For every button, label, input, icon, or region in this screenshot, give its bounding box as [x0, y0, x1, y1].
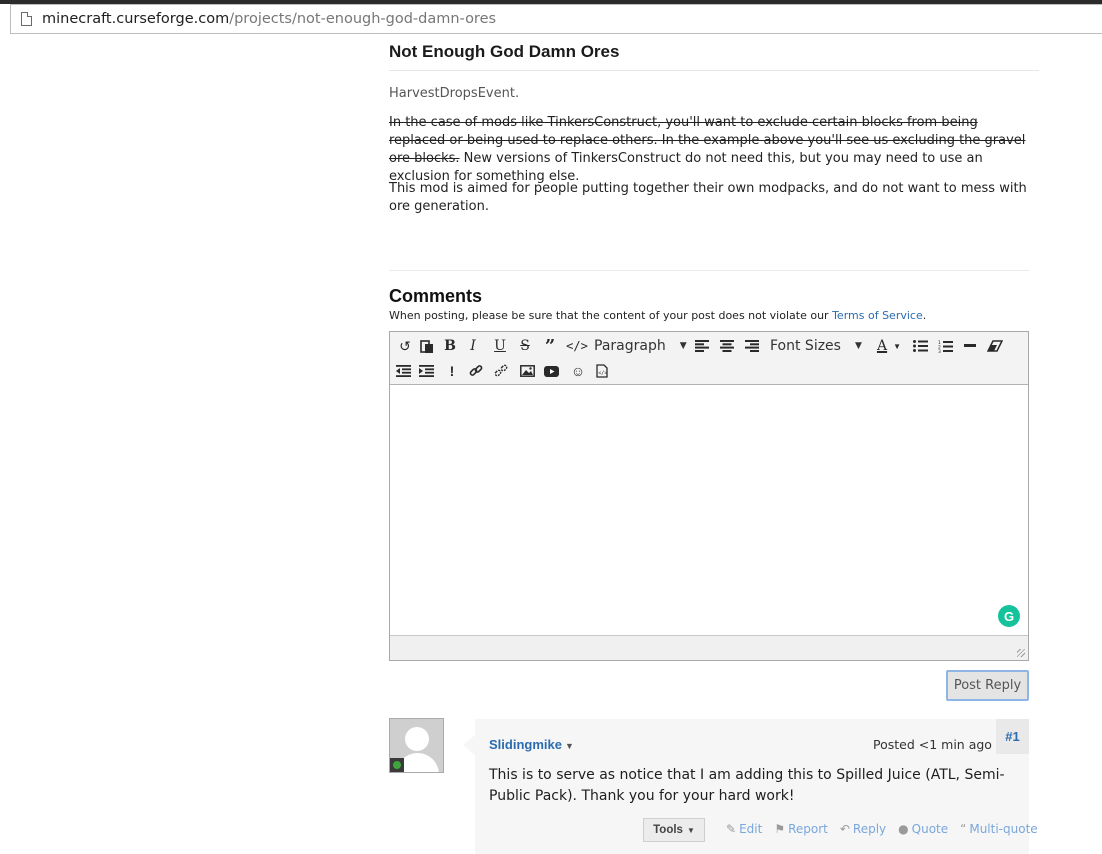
strikethrough-icon[interactable]: S: [514, 335, 536, 357]
comment-editor: ↺ B I U S ” </> Paragraph ▼ Font Sizes ▼ A…: [389, 331, 1029, 661]
pencil-icon: ✎: [726, 822, 737, 836]
chevron-down-icon: ▼: [686, 825, 695, 835]
comment-actions: ✎ Edit ⚑ Report ↶ Reply ● Quote “Multi-quote: [726, 822, 1038, 836]
video-icon[interactable]: [540, 360, 562, 382]
editor-status-bar: [390, 635, 1028, 660]
numbered-list-icon[interactable]: 123: [934, 335, 956, 357]
address-bar[interactable]: minecraft.curseforge.com/projects/not-en…: [10, 4, 1102, 34]
multi-quote-link[interactable]: “Multi-quote: [960, 822, 1038, 836]
quote-link[interactable]: ● Quote: [898, 822, 948, 836]
report-link[interactable]: ⚑ Report: [774, 822, 828, 836]
tools-dropdown-button[interactable]: Tools ▼: [643, 818, 705, 842]
terms-of-service-link[interactable]: Terms of Service: [832, 309, 923, 322]
unlink-icon[interactable]: [490, 360, 512, 382]
horizontal-rule-icon[interactable]: [959, 335, 981, 357]
multi-quote-icon: “: [960, 822, 967, 836]
page-icon: [21, 12, 32, 26]
font-sizes-select[interactable]: Font Sizes ▼: [770, 335, 864, 357]
reply-link[interactable]: ↶ Reply: [840, 822, 886, 836]
comment-timestamp: Posted <1 min ago: [873, 737, 992, 752]
underline-icon[interactable]: U: [489, 335, 511, 357]
outdent-icon[interactable]: [392, 360, 414, 382]
flag-icon: ⚑: [774, 822, 786, 836]
grammarly-icon[interactable]: G: [998, 605, 1020, 627]
editor-toolbar: ↺ B I U S ” </> Paragraph ▼ Font Sizes ▼ A…: [390, 332, 1028, 385]
online-status-icon: [390, 758, 404, 772]
chevron-down-icon: ▼: [564, 741, 574, 751]
comment-text-area[interactable]: [390, 386, 1028, 635]
align-right-icon[interactable]: [741, 335, 763, 357]
posting-note: When posting, please be sure that the co…: [389, 309, 927, 322]
edit-link[interactable]: ✎ Edit: [726, 822, 762, 836]
comment-body: This is to serve as notice that I am add…: [489, 767, 1005, 804]
eraser-icon[interactable]: [984, 335, 1006, 357]
code-icon[interactable]: </>: [565, 335, 589, 357]
url-path: /projects/not-enough-god-damn-ores: [229, 11, 497, 27]
undo-icon[interactable]: ↺: [394, 335, 416, 357]
comment-number-link[interactable]: #1: [996, 719, 1029, 754]
image-icon[interactable]: [516, 360, 538, 382]
svg-text:</>: </>: [598, 371, 607, 377]
avatar[interactable]: [389, 718, 444, 773]
title-divider: [389, 70, 1039, 71]
link-icon[interactable]: [465, 360, 487, 382]
blockquote-icon[interactable]: ”: [539, 335, 561, 357]
reply-arrow-icon: ↶: [839, 822, 850, 836]
comment-pointer: [463, 735, 475, 755]
italic-icon[interactable]: I: [463, 335, 483, 357]
comment-author-link[interactable]: Slidingmike ▼: [489, 737, 574, 752]
text-color-icon[interactable]: A ▼: [872, 335, 906, 357]
paste-icon[interactable]: [416, 335, 438, 357]
section-divider: [389, 270, 1029, 271]
bullet-list-icon[interactable]: [909, 335, 931, 357]
description-event-text: HarvestDropsEvent.: [389, 86, 520, 101]
project-title: Not Enough God Damn Ores: [389, 42, 620, 61]
indent-icon[interactable]: [415, 360, 437, 382]
chevron-down-icon: ▼: [679, 341, 687, 351]
align-center-icon[interactable]: [716, 335, 738, 357]
spoiler-icon[interactable]: !: [441, 360, 463, 382]
comments-heading: Comments: [389, 286, 483, 306]
source-code-icon[interactable]: </>: [591, 360, 613, 382]
post-reply-button[interactable]: Post Reply: [946, 670, 1029, 701]
emoji-icon[interactable]: ☺: [567, 360, 589, 382]
description-paragraph-2: This mod is aimed for people putting tog…: [389, 181, 1027, 214]
paragraph-format-select[interactable]: Paragraph ▼: [594, 335, 688, 357]
bold-icon[interactable]: B: [440, 335, 460, 357]
resize-handle-icon[interactable]: [1017, 649, 1025, 657]
speech-bubble-icon: ●: [898, 822, 909, 836]
svg-text:3: 3: [938, 349, 941, 353]
description-paragraph-1: In the case of mods like TinkersConstruc…: [389, 114, 1029, 186]
url-host: minecraft.curseforge.com: [42, 11, 230, 27]
align-left-icon[interactable]: [691, 335, 713, 357]
chevron-down-icon: ▼: [854, 341, 862, 351]
